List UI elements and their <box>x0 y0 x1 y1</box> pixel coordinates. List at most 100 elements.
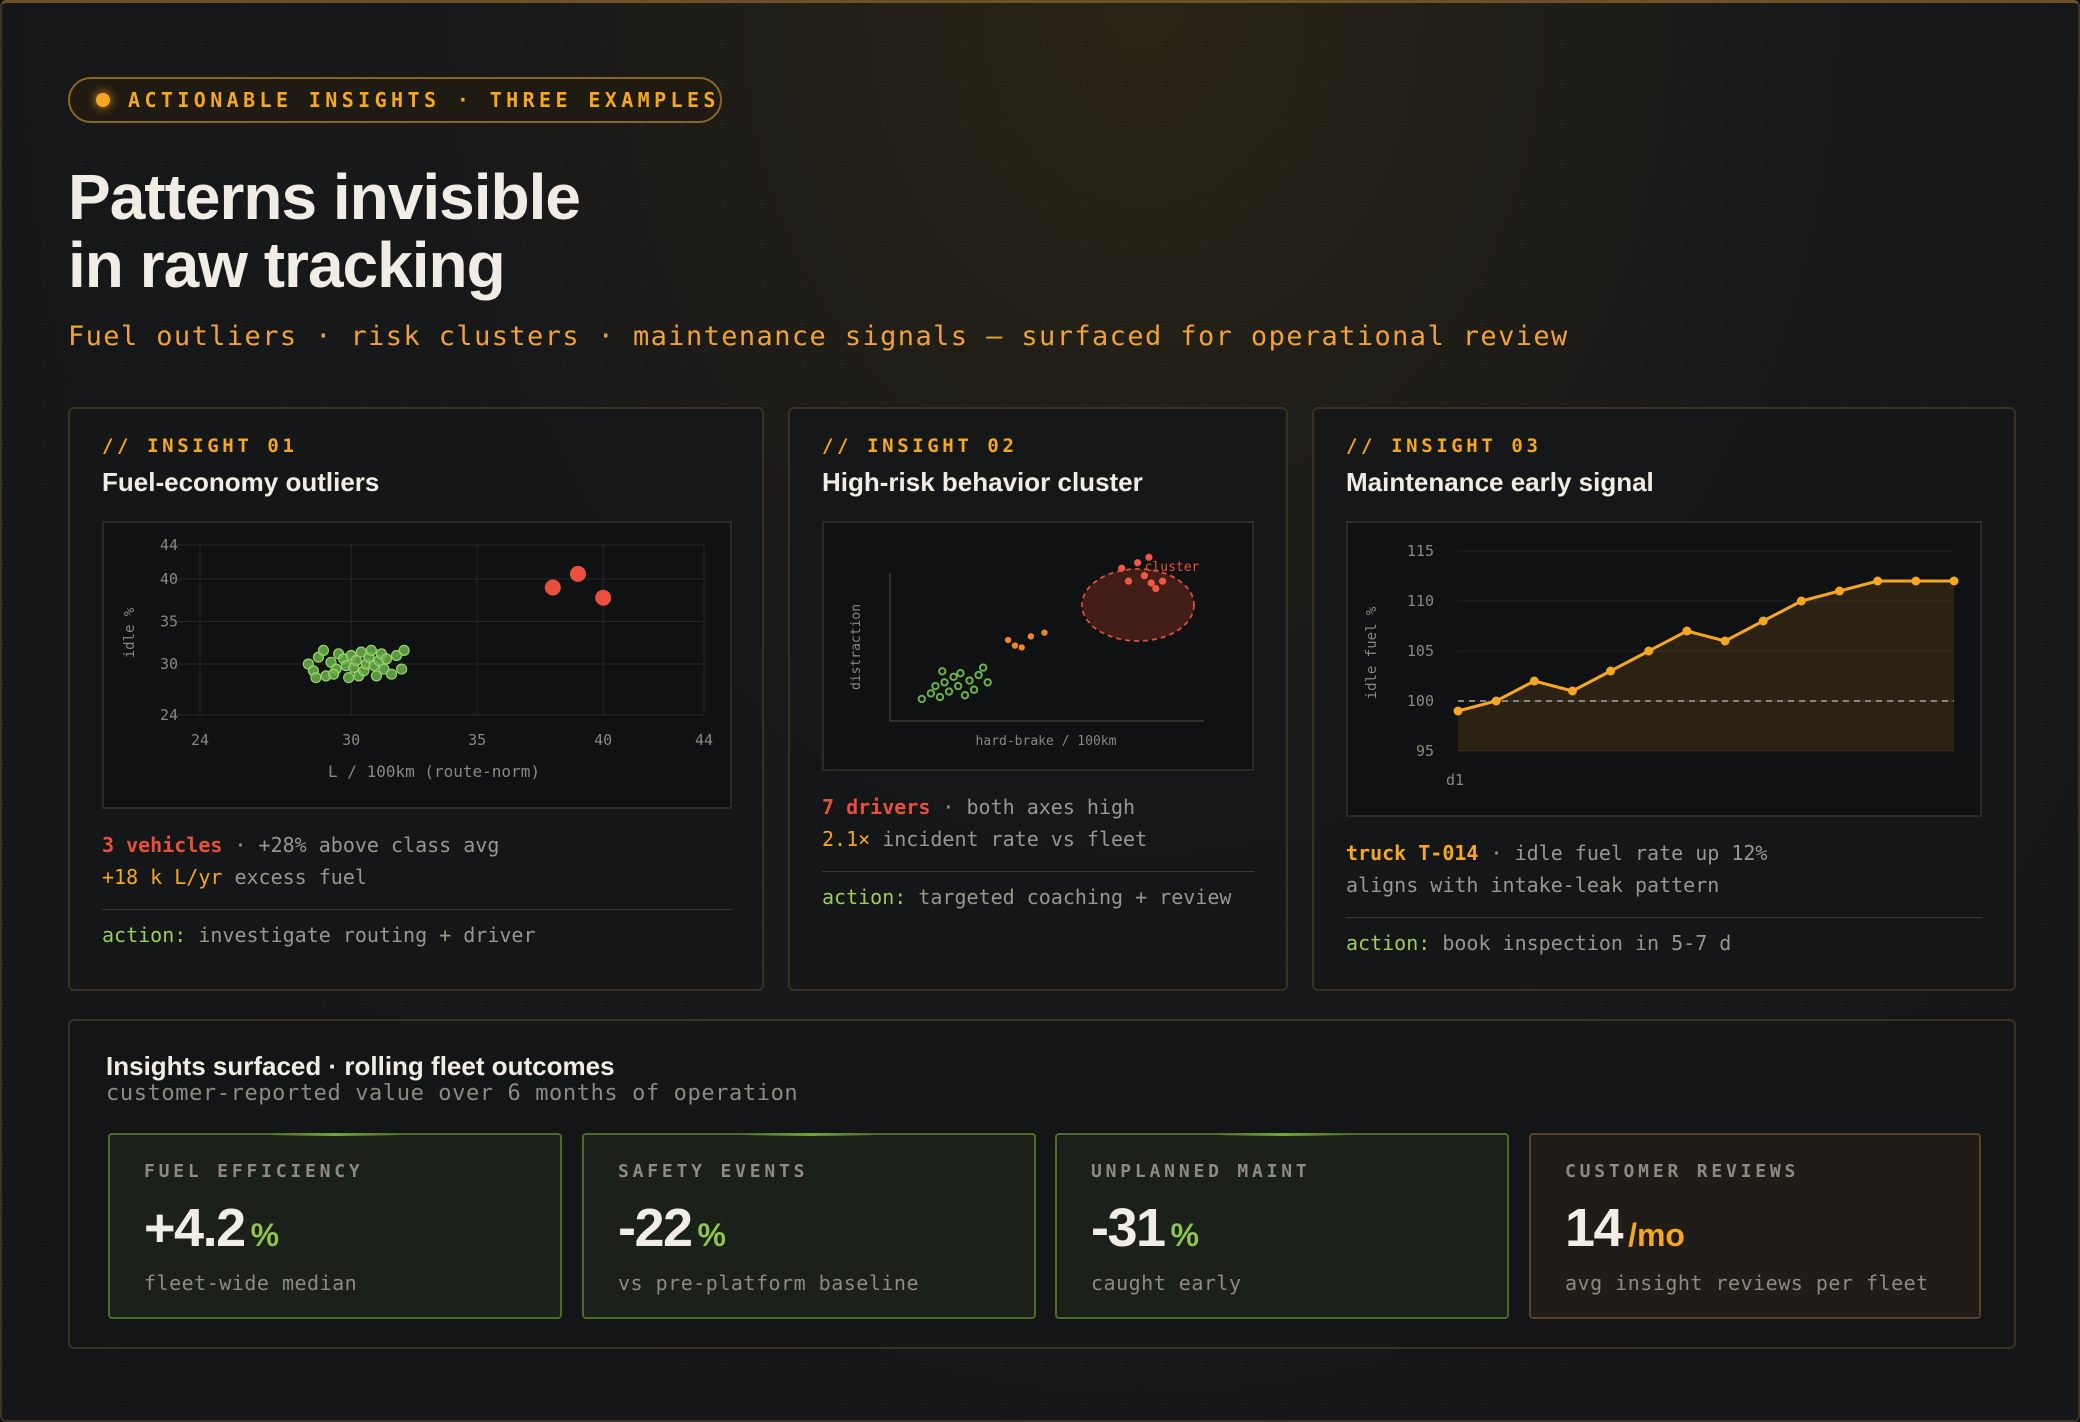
kpi-glow <box>741 1133 877 1136</box>
data-point-normal <box>396 663 408 675</box>
kpi-unplanned-maint[interactable]: UNPLANNED MAINT -31% caught early <box>1055 1133 1509 1319</box>
kpi-value: +4.2 <box>144 1198 246 1258</box>
insight-card-risk[interactable]: // INSIGHT 02 High-risk behavior cluster… <box>788 407 1288 991</box>
data-point-normal <box>974 670 983 680</box>
area-fill <box>1458 581 1954 751</box>
insight-line-1: 3 vehicles · +28% above class avg <box>102 833 499 857</box>
kpi-caption: caught early <box>1091 1271 1242 1295</box>
kpi-caption: avg insight reviews per fleet <box>1565 1271 1929 1295</box>
page-subtitle: Fuel outliers · risk clusters · maintena… <box>68 321 1569 352</box>
data-point-normal <box>940 678 949 687</box>
divider <box>1346 917 1982 918</box>
insight-line-2: aligns with intake-leak pattern <box>1346 873 1720 897</box>
y-axis-label: idle fuel % <box>1364 606 1380 699</box>
kpi-safety-events[interactable]: SAFETY EVENTS -22% vs pre-platform basel… <box>582 1133 1036 1319</box>
fuel-scatter-svg: 24 30 35 40 44 44 40 35 30 24 L / 100km (route-nor… <box>122 536 713 781</box>
insight-action[interactable]: action: investigate routing + driver <box>102 923 536 947</box>
kpi-value-row: 14/mo <box>1565 1197 1685 1259</box>
data-point-mid <box>1011 642 1019 649</box>
kpi-value-row: +4.2% <box>144 1197 279 1259</box>
x-tick-label: 44 <box>695 731 713 749</box>
insight-title: Maintenance early signal <box>1346 467 1654 497</box>
badge-label: ACTIONABLE INSIGHTS · THREE EXAMPLES <box>128 88 720 112</box>
kpi-unit: % <box>1170 1217 1199 1253</box>
x-tick-label: 30 <box>342 731 360 749</box>
kpi-unit: % <box>250 1217 280 1253</box>
data-point <box>1453 706 1463 716</box>
data-point <box>1720 636 1730 646</box>
data-point-cluster <box>1152 584 1160 593</box>
action-text: investigate routing + driver <box>186 923 536 947</box>
insight-action[interactable]: action: targeted coaching + review <box>822 885 1231 909</box>
x-tick-label: 35 <box>468 731 486 749</box>
idle-fuel-svg: 115 110 105 100 95 idle fuel % d1 <box>1364 542 1959 789</box>
kpi-label: FUEL EFFICIENCY <box>144 1161 364 1182</box>
x-tick-label: d1 <box>1446 771 1464 789</box>
kpi-fuel-efficiency[interactable]: FUEL EFFICIENCY +4.2% fleet-wide median <box>108 1133 562 1319</box>
data-point <box>1491 696 1501 706</box>
data-point-normal <box>949 672 958 682</box>
insight-detail: · both axes high <box>930 795 1136 819</box>
y-tick-label: 115 <box>1407 542 1434 560</box>
title-line-1: Patterns invisible <box>68 161 581 233</box>
insight-kicker: // INSIGHT 03 <box>1346 435 1542 457</box>
data-point <box>1606 666 1616 676</box>
kpi-customer-reviews[interactable]: CUSTOMER REVIEWS 14/mo avg insight revie… <box>1529 1133 1981 1319</box>
x-tick-label: 40 <box>594 731 612 749</box>
insight-card-maintenance[interactable]: // INSIGHT 03 Maintenance early signal 1… <box>1312 407 2016 991</box>
data-point-cluster <box>1124 577 1133 585</box>
data-point-cluster <box>1118 564 1126 572</box>
kpi-value: -31 <box>1091 1198 1166 1258</box>
y-tick-label: 105 <box>1407 642 1434 660</box>
data-point <box>1758 616 1768 626</box>
data-point-cluster <box>1145 553 1153 561</box>
kpi-unit: /mo <box>1628 1217 1685 1253</box>
y-tick-label: 24 <box>160 706 178 724</box>
data-point-normal <box>953 681 963 691</box>
data-point-outlier <box>570 565 586 582</box>
data-point-normal <box>969 685 979 694</box>
data-point-normal <box>965 676 974 685</box>
data-point-normal <box>343 672 355 684</box>
insight-highlight: 3 vehicles <box>102 833 223 857</box>
title-line-2: in raw tracking <box>68 229 506 301</box>
risk-scatter-plot: hard-brake / 100km distraction cluster <box>822 521 1254 771</box>
y-tick-label: 35 <box>160 613 178 631</box>
kpi-label: UNPLANNED MAINT <box>1091 1161 1311 1182</box>
data-point <box>1911 576 1921 586</box>
kpi-value-row: -31% <box>1091 1197 1199 1259</box>
data-point <box>1796 596 1806 606</box>
data-point-normal <box>938 667 947 676</box>
idle-fuel-chart: 115 110 105 100 95 idle fuel % d1 <box>1346 521 1982 817</box>
insight-card-fuel[interactable]: // INSIGHT 01 Fuel-economy outliers 24 30… <box>68 407 764 991</box>
data-point-mid <box>1027 633 1035 640</box>
insight-detail: · +28% above class avg <box>222 833 500 857</box>
outcomes-panel: Insights surfaced · rolling fleet outcom… <box>68 1019 2016 1349</box>
data-point-mid <box>1018 644 1025 651</box>
y-tick-label: 30 <box>160 655 178 673</box>
fuel-scatter-plot: 24 30 35 40 44 44 40 35 30 24 L / 100km (route-nor… <box>102 521 732 809</box>
kpi-glow <box>267 1133 403 1136</box>
action-text: book inspection in 5-7 d <box>1430 931 1732 955</box>
data-point <box>1682 626 1692 636</box>
action-label: action: <box>1346 931 1431 955</box>
y-tick-label: 100 <box>1407 692 1434 710</box>
data-point-cluster <box>1158 577 1167 585</box>
kpi-caption: vs pre-platform baseline <box>618 1271 919 1295</box>
insight-line-1: 7 drivers · both axes high <box>822 795 1135 819</box>
data-point-normal <box>385 668 398 680</box>
data-point-cluster <box>1147 579 1155 587</box>
insight-action[interactable]: action: book inspection in 5-7 d <box>1346 931 1731 955</box>
insight-kicker: // INSIGHT 01 <box>102 435 298 457</box>
data-point-normal <box>931 681 940 691</box>
y-axis-label: distraction <box>849 604 864 690</box>
y-tick-label: 44 <box>160 536 178 554</box>
kpi-glow <box>1214 1133 1350 1136</box>
kpi-caption: fleet-wide median <box>144 1271 358 1295</box>
data-point-normal <box>317 644 330 657</box>
data-point-normal <box>917 694 927 704</box>
insight-metric: 2.1× <box>822 827 871 851</box>
data-point-normal <box>983 678 992 687</box>
page-title: Patterns invisible in raw tracking <box>68 161 581 301</box>
insight-metric-detail: excess fuel <box>222 865 367 889</box>
